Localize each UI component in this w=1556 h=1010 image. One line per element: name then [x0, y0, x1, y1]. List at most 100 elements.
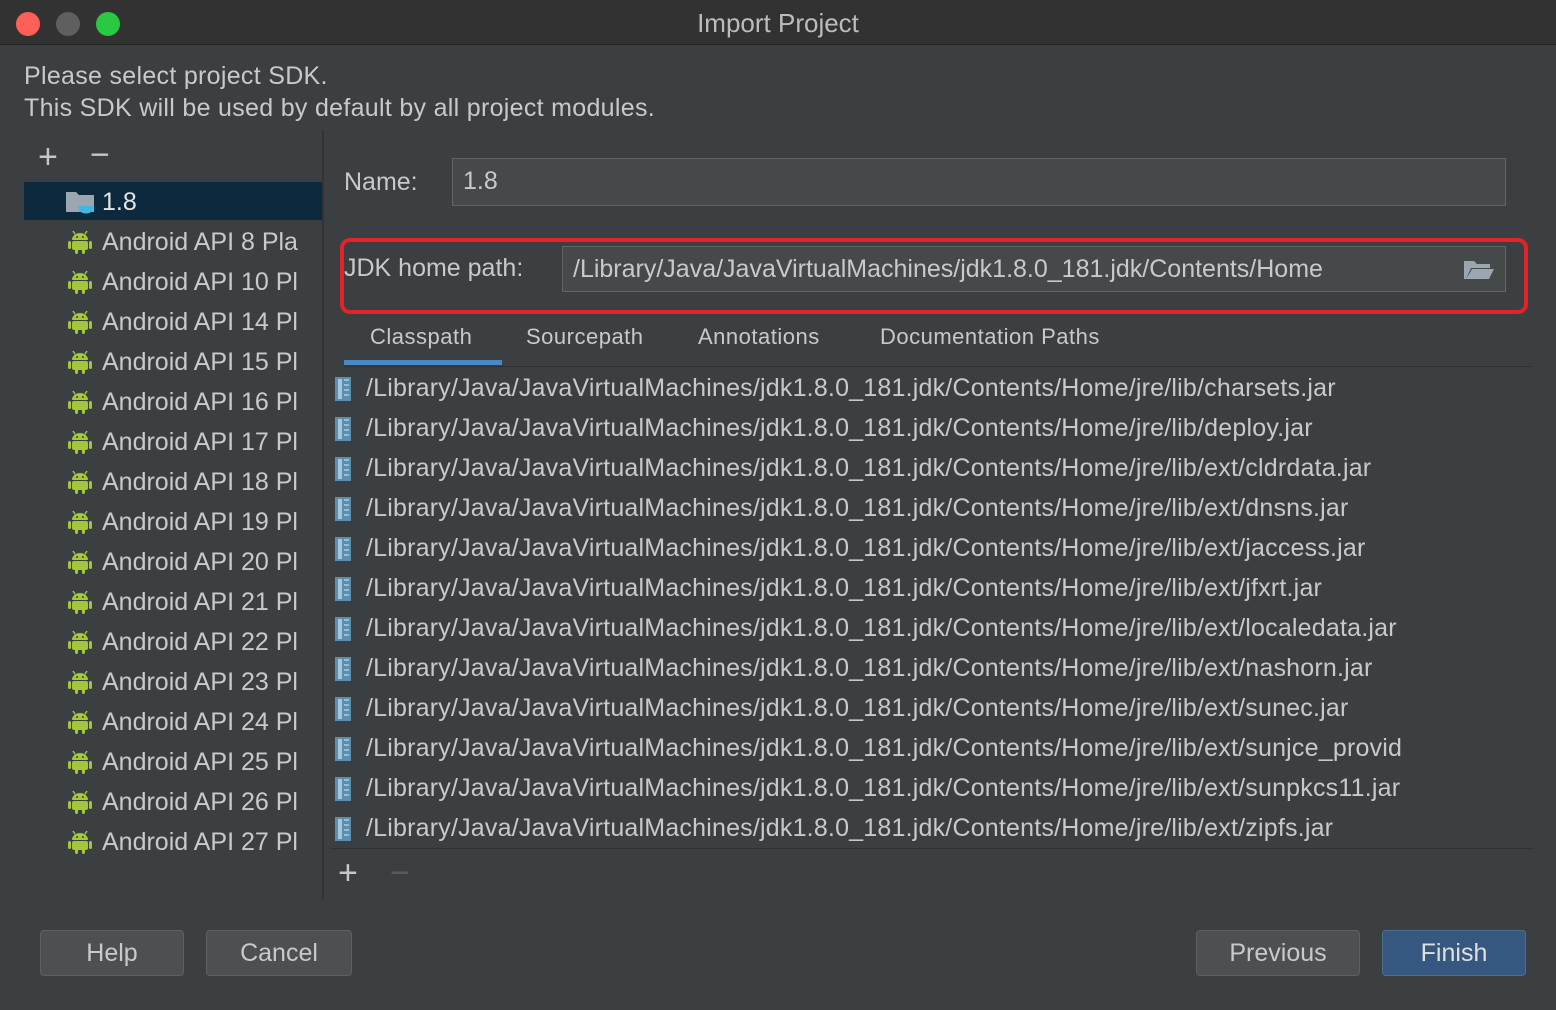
android-icon [68, 630, 92, 654]
intro-line-2: This SDK will be used by default by all … [24, 94, 655, 122]
sdk-list-item[interactable]: Android API 19 Pl [24, 502, 322, 540]
sdk-list: 1.8 Android API 8 Pla Android API 10 Pl And… [24, 182, 322, 900]
previous-button[interactable]: Previous [1196, 930, 1360, 976]
classpath-row[interactable]: /Library/Java/JavaVirtualMachines/jdk1.8… [330, 690, 1534, 730]
sdk-list-item[interactable]: Android API 25 Pl [24, 742, 322, 780]
jar-icon [335, 657, 351, 681]
classpath-entry: /Library/Java/JavaVirtualMachines/jdk1.8… [366, 374, 1336, 402]
sdk-list-item[interactable]: Android API 10 Pl [24, 262, 322, 300]
classpath-entry: /Library/Java/JavaVirtualMachines/jdk1.8… [366, 414, 1313, 442]
jar-icon [335, 377, 351, 401]
add-path-button[interactable]: + [338, 856, 358, 890]
sdk-list-item-label: Android API 22 Pl [102, 628, 298, 656]
jar-icon [335, 777, 351, 801]
sdk-list-item-label: Android API 20 Pl [102, 548, 298, 576]
tab-annotations[interactable]: Annotations [698, 324, 820, 350]
sdk-list-item[interactable]: Android API 27 Pl [24, 822, 322, 860]
classpath-entry: /Library/Java/JavaVirtualMachines/jdk1.8… [366, 774, 1401, 802]
finish-button[interactable]: Finish [1382, 930, 1526, 976]
name-field-value: 1.8 [463, 167, 498, 195]
sdk-list-item-label: 1.8 [102, 188, 137, 216]
classpath-row[interactable]: /Library/Java/JavaVirtualMachines/jdk1.8… [330, 610, 1534, 650]
tab-classpath[interactable]: Classpath [370, 324, 472, 350]
classpath-entry: /Library/Java/JavaVirtualMachines/jdk1.8… [366, 814, 1334, 842]
android-icon [68, 670, 92, 694]
android-icon [68, 430, 92, 454]
sdk-list-item[interactable]: Android API 16 Pl [24, 382, 322, 420]
android-icon [68, 390, 92, 414]
sdk-list-item[interactable]: Android API 23 Pl [24, 662, 322, 700]
sdk-list-item[interactable]: Android API 21 Pl [24, 582, 322, 620]
classpath-list: /Library/Java/JavaVirtualMachines/jdk1.8… [330, 370, 1534, 848]
jar-icon [335, 537, 351, 561]
android-icon [68, 750, 92, 774]
android-icon [68, 470, 92, 494]
classpath-row[interactable]: /Library/Java/JavaVirtualMachines/jdk1.8… [330, 370, 1534, 410]
sdk-list-item-label: Android API 8 Pla [102, 228, 298, 256]
classpath-row[interactable]: /Library/Java/JavaVirtualMachines/jdk1.8… [330, 530, 1534, 570]
sdk-list-item-label: Android API 14 Pl [102, 308, 298, 336]
android-icon [68, 550, 92, 574]
android-icon [68, 510, 92, 534]
jar-icon [335, 417, 351, 441]
sdk-list-item[interactable]: Android API 15 Pl [24, 342, 322, 380]
sdk-list-item-label: Android API 17 Pl [102, 428, 298, 456]
classpath-entry: /Library/Java/JavaVirtualMachines/jdk1.8… [366, 614, 1397, 642]
sdk-list-item[interactable]: Android API 22 Pl [24, 622, 322, 660]
remove-sdk-button[interactable]: − [90, 140, 110, 172]
jar-icon [335, 697, 351, 721]
sdk-list-item-label: Android API 10 Pl [102, 268, 298, 296]
active-tab-indicator [344, 360, 502, 365]
classpath-row[interactable]: /Library/Java/JavaVirtualMachines/jdk1.8… [330, 450, 1534, 490]
classpath-entry: /Library/Java/JavaVirtualMachines/jdk1.8… [366, 454, 1372, 482]
classpath-row[interactable]: /Library/Java/JavaVirtualMachines/jdk1.8… [330, 650, 1534, 690]
sdk-list-item-label: Android API 21 Pl [102, 588, 298, 616]
help-button[interactable]: Help [40, 930, 184, 976]
sdk-list-item-label: Android API 24 Pl [102, 708, 298, 736]
jar-icon [335, 457, 351, 481]
panel-divider [322, 130, 324, 900]
classpath-entry: /Library/Java/JavaVirtualMachines/jdk1.8… [366, 494, 1349, 522]
sdk-list-item-label: Android API 26 Pl [102, 788, 298, 816]
classpath-row[interactable]: /Library/Java/JavaVirtualMachines/jdk1.8… [330, 410, 1534, 450]
path-list-divider [330, 848, 1534, 849]
android-icon [68, 350, 92, 374]
jar-icon [335, 817, 351, 841]
jdk-home-highlight-box [340, 238, 1528, 314]
sdk-list-item[interactable]: Android API 18 Pl [24, 462, 322, 500]
cancel-button[interactable]: Cancel [206, 930, 352, 976]
sdk-list-item[interactable]: Android API 8 Pla [24, 222, 322, 260]
intro-line-1: Please select project SDK. [24, 62, 328, 90]
sdk-panel: + − 1.8 Android API 8 Pla Android API 10 P… [24, 140, 324, 900]
tab-sourcepath[interactable]: Sourcepath [526, 324, 644, 350]
title-bar: Import Project [0, 0, 1556, 45]
sdk-list-item[interactable]: Android API 17 Pl [24, 422, 322, 460]
classpath-row[interactable]: /Library/Java/JavaVirtualMachines/jdk1.8… [330, 770, 1534, 810]
classpath-entry: /Library/Java/JavaVirtualMachines/jdk1.8… [366, 654, 1373, 682]
classpath-row[interactable]: /Library/Java/JavaVirtualMachines/jdk1.8… [330, 810, 1534, 848]
android-icon [68, 310, 92, 334]
classpath-row[interactable]: /Library/Java/JavaVirtualMachines/jdk1.8… [330, 730, 1534, 770]
sdk-list-item-label: Android API 19 Pl [102, 508, 298, 536]
android-icon [68, 830, 92, 854]
sdk-list-item[interactable]: Android API 26 Pl [24, 782, 322, 820]
add-sdk-button[interactable]: + [38, 140, 58, 174]
sdk-list-item[interactable]: 1.8 [24, 182, 322, 220]
sdk-list-item-label: Android API 27 Pl [102, 828, 298, 856]
sdk-list-item-label: Android API 25 Pl [102, 748, 298, 776]
sdk-list-item[interactable]: Android API 14 Pl [24, 302, 322, 340]
path-tabs: Classpath Sourcepath Annotations Documen… [344, 318, 1532, 367]
classpath-row[interactable]: /Library/Java/JavaVirtualMachines/jdk1.8… [330, 570, 1534, 610]
android-icon [68, 270, 92, 294]
sdk-list-item-label: Android API 16 Pl [102, 388, 298, 416]
sdk-list-item-label: Android API 18 Pl [102, 468, 298, 496]
classpath-row[interactable]: /Library/Java/JavaVirtualMachines/jdk1.8… [330, 490, 1534, 530]
android-icon [68, 710, 92, 734]
jdk-folder-icon [66, 192, 94, 214]
jar-icon [335, 497, 351, 521]
remove-path-button[interactable]: − [390, 856, 410, 890]
sdk-list-item[interactable]: Android API 24 Pl [24, 702, 322, 740]
name-field[interactable]: 1.8 [452, 158, 1506, 206]
tab-documentation-paths[interactable]: Documentation Paths [880, 324, 1100, 350]
sdk-list-item[interactable]: Android API 20 Pl [24, 542, 322, 580]
